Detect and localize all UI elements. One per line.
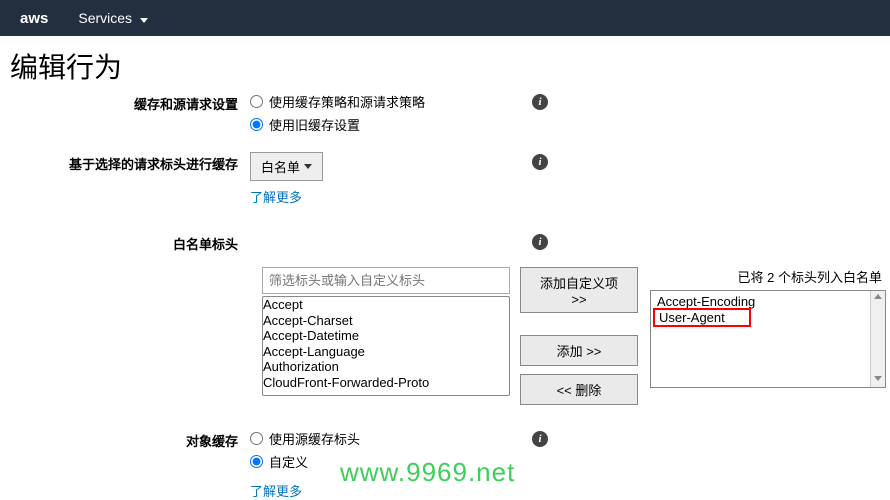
services-menu[interactable]: Services	[78, 10, 148, 26]
label-cache-headers: 基于选择的请求标头进行缓存	[10, 152, 250, 173]
services-label: Services	[78, 10, 132, 26]
row-cache-headers: 基于选择的请求标头进行缓存 白名单 了解更多 i	[10, 152, 880, 206]
scrollbar[interactable]	[870, 291, 885, 387]
add-button[interactable]: 添加 >>	[520, 335, 638, 366]
header-option[interactable]: CloudFront-Forwarded-Proto	[263, 375, 509, 391]
radio-custom-cache-label: 自定义	[269, 452, 308, 471]
radio-legacy-cache-label: 使用旧缓存设置	[269, 115, 360, 134]
header-option[interactable]: Accept-Language	[263, 344, 509, 360]
cache-headers-select-value: 白名单	[261, 157, 300, 176]
whitelisted-area: 已将 2 个标头列入白名单 Accept-Encoding User-Agent	[650, 267, 886, 405]
whitelist-item-highlighted[interactable]: User-Agent	[653, 308, 751, 327]
available-headers-listbox[interactable]: AcceptAccept-CharsetAccept-DatetimeAccep…	[262, 296, 510, 396]
radio-cache-policy-input[interactable]	[250, 95, 263, 108]
radio-cache-policy[interactable]: 使用缓存策略和源请求策略	[250, 92, 510, 111]
remove-button[interactable]: << 删除	[520, 374, 638, 405]
whitelist-headers-block: AcceptAccept-CharsetAccept-DatetimeAccep…	[262, 267, 880, 405]
label-object-cache: 对象缓存	[10, 429, 250, 450]
aws-logo: aws	[20, 10, 78, 27]
radio-legacy-cache-input[interactable]	[250, 118, 263, 131]
radio-custom-cache-input[interactable]	[250, 455, 263, 468]
info-icon[interactable]: i	[532, 94, 548, 110]
whitelist-item-label: User-Agent	[659, 310, 725, 325]
info-icon[interactable]: i	[532, 154, 548, 170]
header-option[interactable]: Accept-Charset	[263, 313, 509, 329]
radio-origin-cache[interactable]: 使用源缓存标头	[250, 429, 510, 448]
learn-more-link[interactable]: 了解更多	[250, 481, 302, 500]
top-navbar: aws Services	[0, 0, 890, 36]
watermark-text: www.9969.net	[340, 457, 515, 488]
row-cache-origin: 缓存和源请求设置 使用缓存策略和源请求策略 使用旧缓存设置 i	[10, 92, 880, 138]
header-option[interactable]: Authorization	[263, 359, 509, 375]
transfer-buttons: 添加自定义项 >> 添加 >> << 删除	[520, 267, 638, 405]
radio-legacy-cache[interactable]: 使用旧缓存设置	[250, 115, 510, 134]
info-icon[interactable]: i	[532, 431, 548, 447]
available-headers-area: AcceptAccept-CharsetAccept-DatetimeAccep…	[262, 267, 510, 405]
learn-more-link[interactable]: 了解更多	[250, 187, 302, 206]
form-area: 缓存和源请求设置 使用缓存策略和源请求策略 使用旧缓存设置 i 基于选择的请求标…	[0, 92, 890, 500]
row-whitelist-headers: 白名单标头 i	[10, 232, 880, 253]
chevron-down-icon	[140, 18, 148, 23]
radio-origin-cache-input[interactable]	[250, 432, 263, 445]
controls-cache-origin: 使用缓存策略和源请求策略 使用旧缓存设置	[250, 92, 510, 138]
cache-headers-select[interactable]: 白名单	[250, 152, 323, 181]
whitelisted-listbox[interactable]: Accept-Encoding User-Agent	[650, 290, 886, 388]
controls-cache-headers: 白名单 了解更多	[250, 152, 510, 206]
whitelist-count-text: 已将 2 个标头列入白名单	[650, 267, 886, 286]
header-filter-input[interactable]	[262, 267, 510, 294]
label-whitelist-headers: 白名单标头	[10, 232, 250, 253]
add-custom-button[interactable]: 添加自定义项 >>	[520, 267, 638, 313]
chevron-down-icon	[304, 164, 312, 169]
radio-cache-policy-label: 使用缓存策略和源请求策略	[269, 92, 425, 111]
radio-origin-cache-label: 使用源缓存标头	[269, 429, 360, 448]
info-icon[interactable]: i	[532, 234, 548, 250]
page-title: 编辑行为	[0, 36, 890, 92]
header-option[interactable]: Accept-Datetime	[263, 328, 509, 344]
header-option[interactable]: Accept	[263, 297, 509, 313]
label-cache-origin: 缓存和源请求设置	[10, 92, 250, 113]
